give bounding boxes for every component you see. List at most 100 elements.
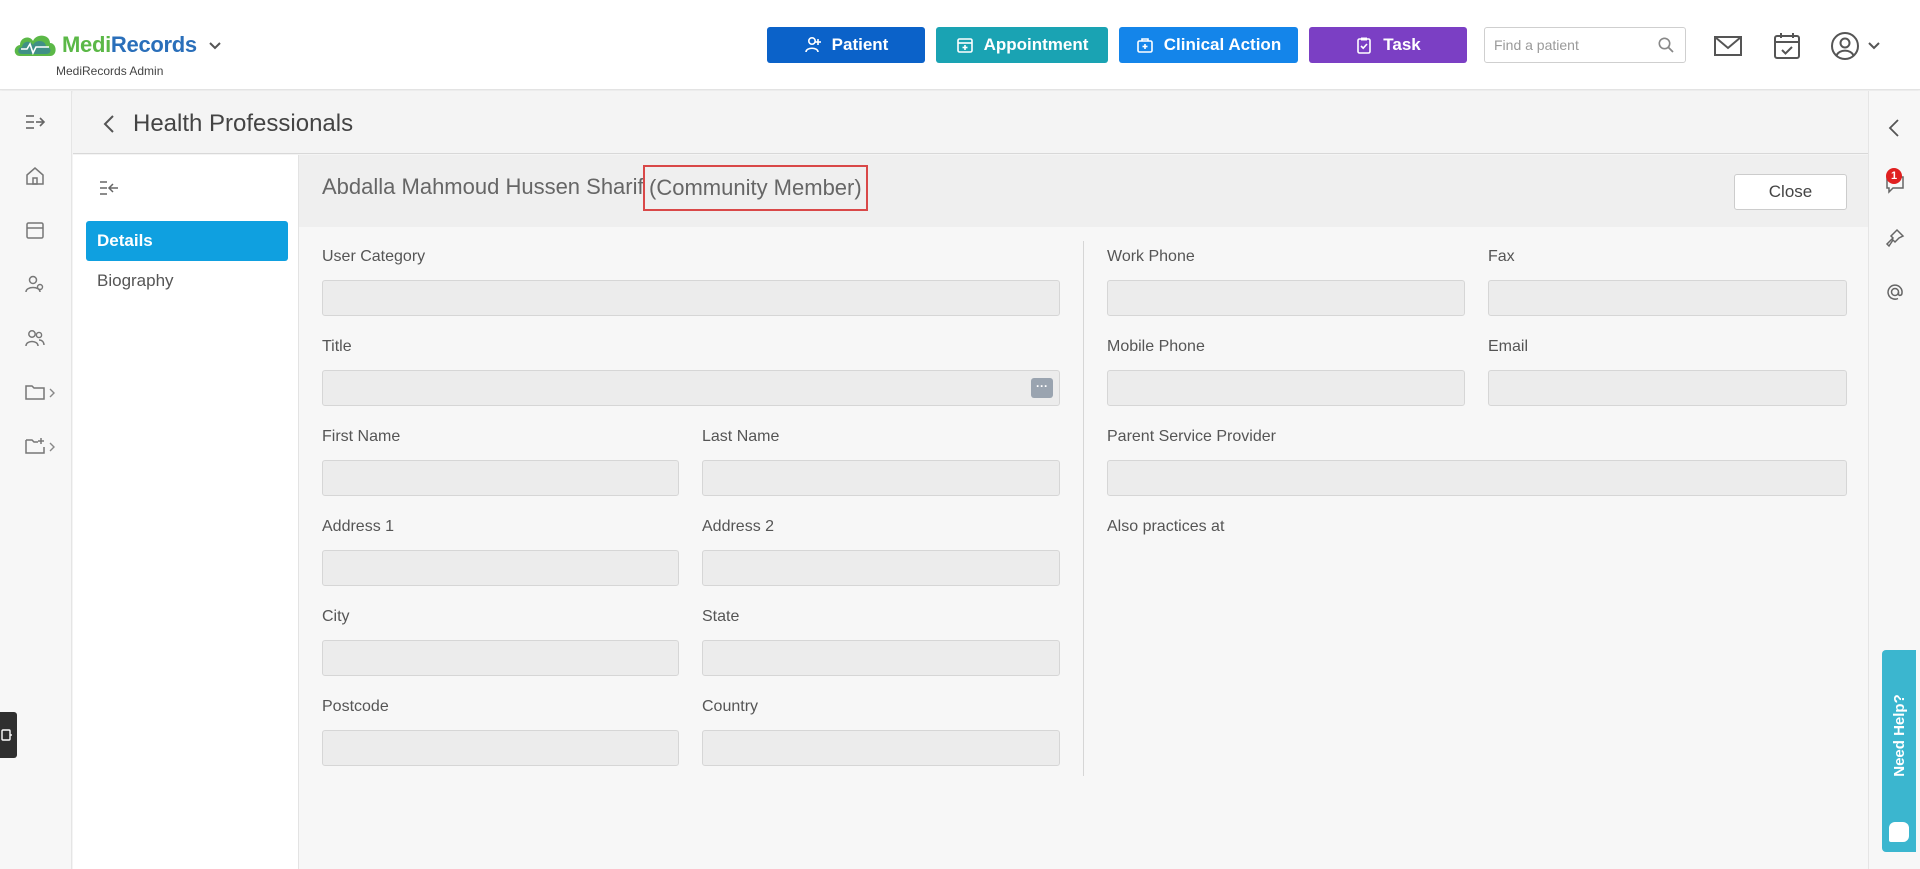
patient-button-label: Patient: [831, 35, 889, 54]
mail-icon[interactable]: [1712, 30, 1744, 62]
tab-details[interactable]: Details: [86, 221, 288, 261]
clipboard-check-icon: [1357, 37, 1372, 54]
top-header: MediRecords MediRecords Admin Patient Ap…: [0, 0, 1920, 90]
work-phone-field: [1107, 280, 1465, 316]
org-subtitle: MediRecords Admin: [56, 64, 164, 78]
professional-role-badge: (Community Member): [643, 165, 868, 211]
parent-service-provider-field: [1107, 460, 1847, 496]
last-name-input[interactable]: [703, 461, 1059, 495]
search-icon[interactable]: [1657, 36, 1675, 54]
chevron-down-icon[interactable]: [1866, 38, 1882, 54]
postcode-label: Postcode: [322, 698, 389, 715]
mobile-phone-field: [1107, 370, 1465, 406]
patient-search-input[interactable]: [1485, 28, 1645, 62]
patient-search: [1484, 27, 1686, 63]
brand-name: MediRecords: [62, 32, 197, 58]
clinical-action-button-label: Clinical Action: [1163, 35, 1282, 54]
work-phone-label: Work Phone: [1107, 248, 1195, 265]
calendar-icon[interactable]: [24, 219, 46, 241]
back-arrow-icon[interactable]: [101, 113, 117, 135]
address1-input[interactable]: [323, 551, 678, 585]
floating-widget-tab[interactable]: [0, 712, 17, 758]
folder-icon[interactable]: [24, 381, 46, 403]
city-field: [322, 640, 679, 676]
address1-label: Address 1: [322, 518, 395, 535]
chevron-right-icon[interactable]: [48, 387, 57, 399]
app-logo[interactable]: MediRecords: [12, 30, 223, 60]
column-divider: [1083, 241, 1084, 776]
professional-name: Abdalla Mahmoud Hussen Sharif: [322, 174, 644, 199]
professional-details-panel: Abdalla Mahmoud Hussen Sharif (Community…: [299, 155, 1868, 869]
more-options-icon[interactable]: ···: [1031, 378, 1053, 398]
details-header: Abdalla Mahmoud Hussen Sharif (Community…: [299, 155, 1868, 227]
address2-field: [702, 550, 1060, 586]
state-label: State: [702, 608, 740, 625]
task-button-label: Task: [1383, 35, 1421, 54]
fax-input[interactable]: [1489, 281, 1846, 315]
clinical-action-button[interactable]: Clinical Action: [1119, 27, 1298, 63]
chevron-right-icon[interactable]: [48, 441, 57, 453]
close-button[interactable]: Close: [1734, 174, 1847, 210]
need-help-label: Need Help?: [1890, 693, 1908, 777]
mobile-phone-input[interactable]: [1108, 371, 1464, 405]
country-field: [702, 730, 1060, 766]
folder-add-icon[interactable]: [24, 435, 46, 457]
user-category-field: [322, 280, 1060, 316]
last-name-label: Last Name: [702, 428, 780, 445]
details-sidebar: Details Biography: [73, 155, 299, 869]
tab-biography[interactable]: Biography: [86, 261, 288, 301]
first-name-label: First Name: [322, 428, 401, 445]
patients-group-icon[interactable]: [24, 273, 46, 295]
home-icon[interactable]: [24, 165, 46, 187]
appointment-button-label: Appointment: [983, 35, 1089, 54]
email-label: Email: [1488, 338, 1529, 355]
city-input[interactable]: [323, 641, 678, 675]
user-account-icon[interactable]: [1829, 30, 1861, 62]
fax-label: Fax: [1488, 248, 1515, 265]
brand-part-2: Records: [110, 32, 197, 57]
help-chat-icon[interactable]: [1889, 822, 1909, 842]
parent-service-provider-input[interactable]: [1108, 461, 1846, 495]
city-label: City: [322, 608, 350, 625]
state-field: [702, 640, 1060, 676]
task-button[interactable]: Task: [1309, 27, 1467, 63]
users-icon[interactable]: [24, 327, 46, 349]
cloud-logo-icon: [14, 35, 56, 56]
address1-field: [322, 550, 679, 586]
first-name-field: [322, 460, 679, 496]
work-phone-input[interactable]: [1108, 281, 1464, 315]
person-add-icon: [804, 36, 821, 53]
collapse-menu-icon[interactable]: [98, 177, 120, 199]
chevron-left-icon[interactable]: [1884, 117, 1906, 139]
chevron-down-icon[interactable]: [207, 37, 223, 53]
medical-bag-icon: [1136, 38, 1153, 53]
brand-part-1: Medi: [62, 32, 111, 57]
calendar-plus-icon: [956, 38, 973, 53]
notification-badge: 1: [1886, 168, 1902, 184]
patient-button[interactable]: Patient: [767, 27, 925, 63]
email-field: [1488, 370, 1847, 406]
state-input[interactable]: [703, 641, 1059, 675]
device-icon: [1, 729, 12, 741]
address2-input[interactable]: [703, 551, 1059, 585]
fax-field: [1488, 280, 1847, 316]
title-label: Title: [322, 338, 352, 355]
pin-icon[interactable]: [1884, 227, 1906, 249]
appointment-button[interactable]: Appointment: [936, 27, 1108, 63]
page-title: Health Professionals: [133, 110, 354, 137]
expand-menu-icon[interactable]: [24, 111, 46, 133]
mobile-phone-label: Mobile Phone: [1107, 338, 1205, 355]
email-input[interactable]: [1489, 371, 1846, 405]
country-label: Country: [702, 698, 759, 715]
last-name-field: [702, 460, 1060, 496]
calendar-check-icon[interactable]: [1771, 30, 1803, 62]
user-category-input[interactable]: [323, 281, 1059, 315]
title-input[interactable]: [323, 371, 1059, 405]
postcode-input[interactable]: [323, 731, 678, 765]
parent-service-provider-label: Parent Service Provider: [1107, 428, 1276, 445]
title-field: ···: [322, 370, 1060, 406]
first-name-input[interactable]: [323, 461, 678, 495]
mention-icon[interactable]: [1884, 281, 1906, 303]
user-category-label: User Category: [322, 248, 426, 265]
country-input[interactable]: [703, 731, 1059, 765]
